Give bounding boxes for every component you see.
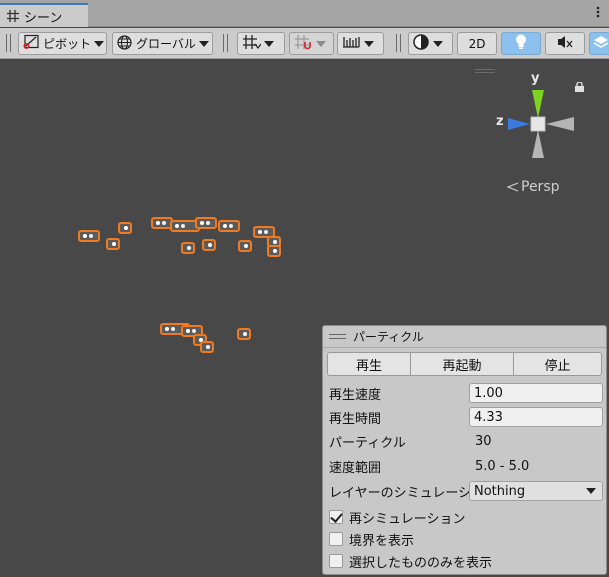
- playback-speed-field[interactable]: 1.00: [469, 383, 603, 403]
- audio-toggle[interactable]: [545, 32, 585, 55]
- chevron-down-icon: [433, 40, 443, 47]
- drag-handle-icon[interactable]: [329, 334, 346, 339]
- show-bounds-row[interactable]: 境界を表示: [329, 528, 604, 550]
- toggle-2d-button[interactable]: 2D: [457, 32, 497, 55]
- global-label: グローバル: [136, 37, 196, 51]
- chevron-down-icon: [364, 40, 374, 47]
- panel-title: パーティクル: [353, 330, 424, 344]
- playback-speed-label: 再生速度: [329, 387, 382, 403]
- simulate-layers-row: レイヤーのシミュレーション Nothing: [329, 480, 604, 502]
- playback-time-row: 再生時間 4.33: [329, 406, 604, 428]
- particle[interactable]: [238, 240, 252, 252]
- panel-header[interactable]: パーティクル: [323, 326, 606, 348]
- toolbar-grip[interactable]: [6, 34, 11, 52]
- scene-toolbar: ピボット グローバル 2D: [0, 28, 609, 59]
- particle[interactable]: [106, 238, 120, 250]
- grid-snap-icon: [241, 33, 262, 54]
- chevron-down-icon: [94, 40, 105, 47]
- window-tab-bar: シーン: [0, 0, 609, 27]
- play-button[interactable]: 再生: [327, 352, 411, 376]
- speed-range-row: 速度範囲 5.0 - 5.0: [329, 455, 604, 477]
- simulate-layers-dropdown[interactable]: Nothing: [469, 481, 603, 501]
- perspective-icon: [507, 182, 519, 192]
- chevron-down-icon: [264, 40, 274, 47]
- global-dropdown[interactable]: グローバル: [112, 32, 213, 55]
- pivot-icon: [22, 34, 40, 53]
- gizmo-z-label: z: [496, 114, 504, 129]
- particle[interactable]: [78, 230, 100, 242]
- toggle-2d-label: 2D: [468, 36, 486, 51]
- particle[interactable]: [181, 242, 195, 254]
- show-only-selected-label: 選択したもののみを表示: [349, 555, 493, 571]
- tab-scene[interactable]: シーン: [0, 3, 88, 27]
- magnet-grid-icon: [293, 33, 313, 54]
- playback-time-field[interactable]: 4.33: [469, 407, 603, 427]
- playback-time-label: 再生時間: [329, 411, 382, 427]
- more-menu-icon[interactable]: [595, 5, 601, 19]
- toolbar-grip[interactable]: [396, 34, 401, 52]
- stop-button[interactable]: 停止: [514, 352, 602, 376]
- particle[interactable]: [267, 245, 281, 257]
- playback-speed-row: 再生速度 1.00: [329, 382, 604, 404]
- globe-icon: [116, 34, 133, 54]
- show-bounds-checkbox[interactable]: [329, 532, 343, 546]
- audio-muted-icon: [556, 34, 574, 53]
- lightbulb-icon: [514, 33, 528, 54]
- overlay-handle[interactable]: [475, 69, 495, 73]
- lighting-toggle[interactable]: [501, 32, 541, 55]
- show-only-selected-row[interactable]: 選択したもののみを表示: [329, 550, 604, 572]
- show-only-selected-checkbox[interactable]: [329, 554, 343, 568]
- particle[interactable]: [237, 328, 251, 340]
- particle-effect-panel: パーティクル 再生 再起動 停止 再生速度 1.00 再生時間 4.33 パーテ…: [322, 325, 607, 575]
- shading-sphere-icon: [412, 33, 430, 54]
- toolbar-grip[interactable]: [223, 34, 228, 52]
- resimulate-checkbox[interactable]: [329, 510, 343, 524]
- particles-label: パーティクル: [329, 435, 406, 451]
- particles-count: 30: [475, 433, 492, 449]
- chevron-down-icon: [198, 40, 209, 47]
- shading-mode-dropdown[interactable]: [408, 32, 453, 55]
- pivot-label: ピボット: [43, 37, 92, 51]
- resimulate-row[interactable]: 再シミュレーション: [329, 506, 604, 528]
- hash-icon: [6, 9, 20, 23]
- resimulate-label: 再シミュレーション: [349, 511, 466, 527]
- simulate-layers-label: レイヤーのシミュレーション: [329, 485, 469, 501]
- projection-label: Persp: [521, 179, 560, 195]
- pivot-dropdown[interactable]: ピボット: [18, 32, 107, 55]
- effects-toggle[interactable]: [589, 32, 609, 55]
- projection-toggle[interactable]: Persp: [507, 179, 560, 195]
- particle[interactable]: [218, 220, 240, 232]
- chevron-down-icon: [316, 40, 326, 47]
- particles-row: パーティクル 30: [329, 430, 604, 452]
- increment-snapping-dropdown[interactable]: [289, 32, 334, 55]
- gizmo-y-label: y: [531, 71, 540, 86]
- show-bounds-label: 境界を表示: [349, 533, 415, 549]
- restart-button[interactable]: 再起動: [411, 352, 514, 376]
- tab-label: シーン: [24, 10, 63, 26]
- grid-snapping-dropdown[interactable]: [237, 32, 285, 55]
- particle[interactable]: [200, 341, 214, 353]
- speed-range-label: 速度範囲: [329, 460, 382, 476]
- ruler-icon: [341, 34, 361, 53]
- speed-range-value: 5.0 - 5.0: [475, 458, 530, 474]
- particle[interactable]: [195, 217, 217, 229]
- particle[interactable]: [202, 239, 216, 251]
- layers-icon: [593, 34, 609, 53]
- grid-visibility-dropdown[interactable]: [337, 32, 384, 55]
- chevron-down-icon: [586, 488, 596, 494]
- particle[interactable]: [118, 222, 132, 234]
- playback-buttons: 再生 再起動 停止: [327, 352, 602, 376]
- lock-icon[interactable]: [574, 82, 585, 92]
- simulate-layers-value: Nothing: [474, 483, 526, 499]
